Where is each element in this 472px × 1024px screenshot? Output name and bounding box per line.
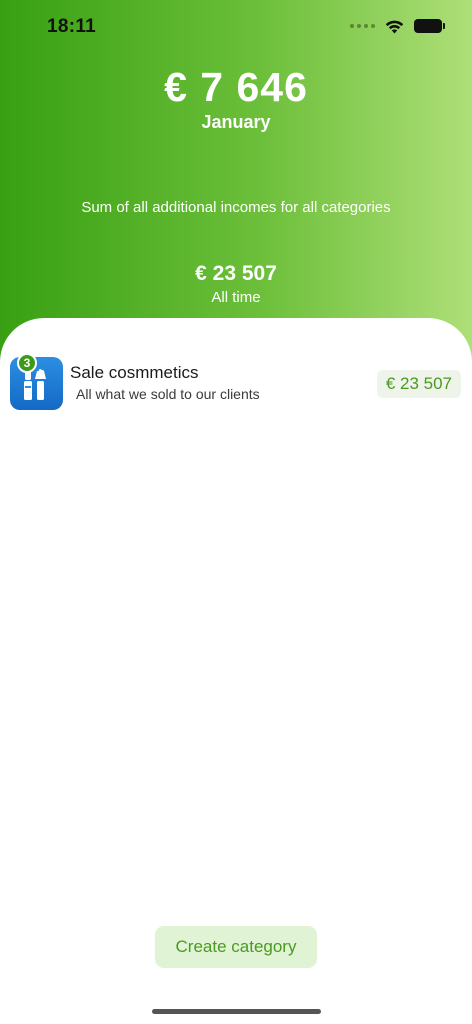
status-time: 18:11 [47,16,97,37]
month-total-amount: € 7 646 [164,64,308,110]
status-bar: 18:11 [0,0,472,54]
battery-icon [414,19,445,33]
create-category-button[interactable]: Create category [155,926,317,968]
categories-sheet: 3 Sale cosmmetics All what we sold to ou… [0,318,472,1024]
category-row[interactable]: 3 Sale cosmmetics All what we sold to ou… [0,353,472,412]
month-label[interactable]: January [0,112,472,133]
category-count-badge: 3 [17,353,37,373]
cosmetics-icon: 3 [10,353,63,410]
category-amount-badge: € 23 507 [376,370,461,398]
alltime-label: All time [211,289,261,306]
summary-description: Sum of all additional incomes for all ca… [81,199,391,216]
home-indicator[interactable] [152,1009,321,1014]
alltime-total-amount: € 23 507 [195,262,277,285]
category-name: Sale cosmmetics [70,363,199,382]
signal-dots-icon [350,24,375,28]
header-gradient: 18:11 € 7 646 January Sum of all additio… [0,0,472,360]
status-icons [350,16,445,36]
category-description: All what we sold to our clients [76,386,260,402]
wifi-icon [385,20,404,33]
